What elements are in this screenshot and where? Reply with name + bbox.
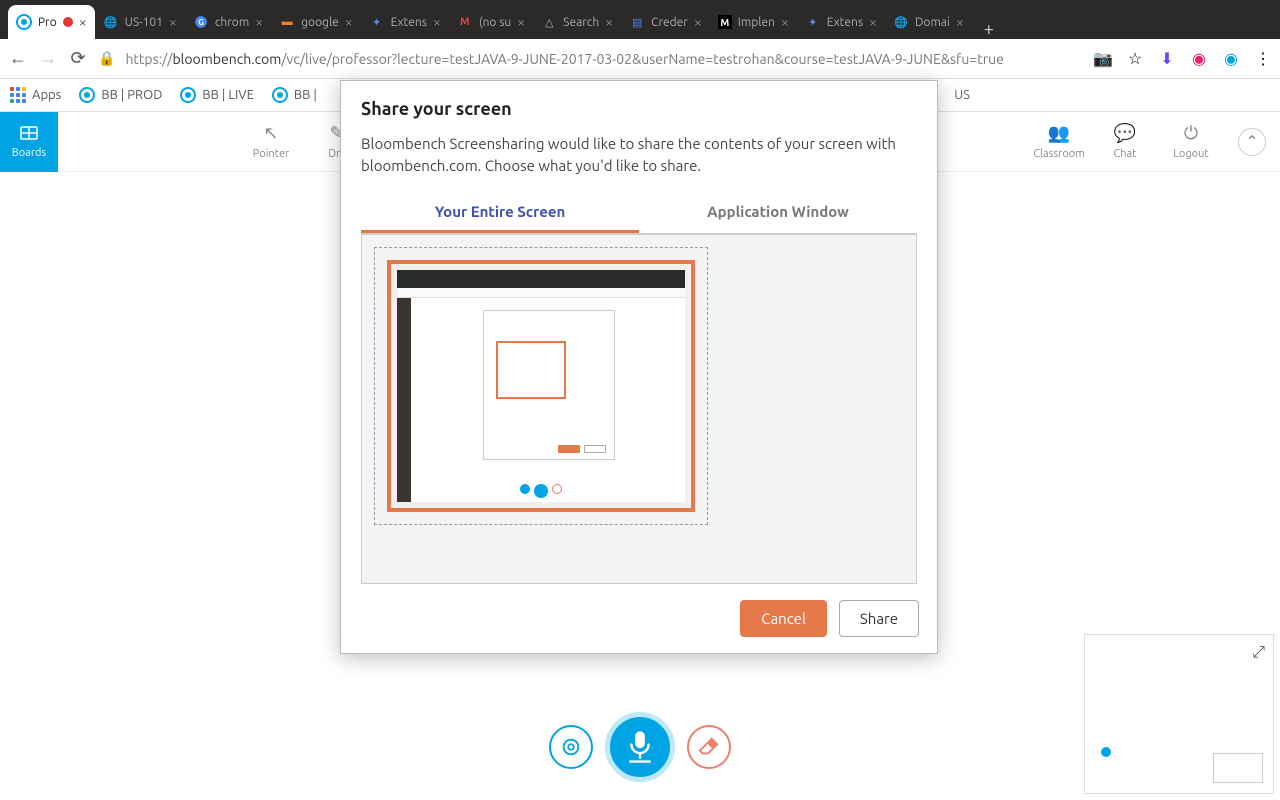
tab-application-window[interactable]: Application Window <box>639 193 917 233</box>
self-video-thumbnail[interactable] <box>1213 753 1263 783</box>
reload-button[interactable]: ⟳ <box>68 49 88 69</box>
favicon: 🌐 <box>893 14 909 30</box>
cancel-button[interactable]: Cancel <box>740 600 827 637</box>
address-bar: ← → ⟳ 🔒 https://bloombench.com/vc/live/p… <box>0 39 1280 79</box>
browser-tab[interactable]: ▬google× <box>271 5 361 39</box>
browser-tab[interactable]: ✦Extens× <box>797 5 885 39</box>
browser-tab[interactable]: 🌐US-101× <box>95 5 185 39</box>
power-icon: ⏻ <box>1184 123 1198 144</box>
medium-favicon: M <box>718 15 732 29</box>
extension-icon[interactable]: ⬇ <box>1158 50 1176 68</box>
forward-button[interactable]: → <box>38 49 58 69</box>
close-icon[interactable]: × <box>345 14 353 30</box>
lock-icon[interactable]: 🔒 <box>98 50 115 67</box>
bloombench-icon <box>79 87 95 103</box>
modal-tabs: Your Entire Screen Application Window <box>361 193 917 234</box>
pointer-tool[interactable]: ↖ Pointer <box>238 112 304 172</box>
bloombench-icon <box>180 87 196 103</box>
tab-entire-screen[interactable]: Your Entire Screen <box>361 193 639 233</box>
close-icon[interactable]: × <box>517 14 525 30</box>
modal-footer: Cancel Share <box>341 584 937 653</box>
close-icon[interactable]: × <box>79 14 87 30</box>
eraser-button[interactable] <box>687 725 731 769</box>
back-button[interactable]: ← <box>8 49 28 69</box>
close-icon[interactable]: × <box>605 14 613 30</box>
bloombench-favicon <box>16 14 32 30</box>
bookmark-item[interactable]: BB | <box>272 87 317 103</box>
browser-tab[interactable]: 🌐Domai× <box>885 5 972 39</box>
chat-tool[interactable]: 💬 Chat <box>1092 112 1158 172</box>
camera-indicator-icon[interactable]: 📷 <box>1094 50 1112 68</box>
camera-button[interactable] <box>549 725 593 769</box>
close-icon[interactable]: × <box>956 14 964 30</box>
new-tab-button[interactable]: + <box>972 19 1006 39</box>
docs-favicon: ▤ <box>629 14 645 30</box>
microphone-button[interactable] <box>605 712 675 782</box>
screen-thumbnail <box>387 260 695 512</box>
share-screen-modal: Share your screen Bloombench Screenshari… <box>340 80 938 654</box>
browser-tab[interactable]: Gchrom× <box>185 5 271 39</box>
close-icon[interactable]: × <box>694 14 702 30</box>
collapse-button[interactable]: ⌃ <box>1238 128 1266 156</box>
tab-title: Pro <box>38 16 57 29</box>
bloombench-icon <box>272 87 288 103</box>
browser-tab[interactable]: △Search× <box>533 5 621 39</box>
eraser-icon <box>698 736 720 758</box>
close-icon[interactable]: × <box>169 14 177 30</box>
browser-tab[interactable]: M(no su× <box>449 5 533 39</box>
favicon: 🌐 <box>103 14 119 30</box>
pointer-icon: ↖ <box>263 123 278 144</box>
modal-title: Share your screen <box>361 99 917 119</box>
chrome-menu-icon[interactable]: ⋮ <box>1254 50 1272 68</box>
apps-shortcut[interactable]: Apps <box>10 87 61 103</box>
browser-tab[interactable]: MImplen× <box>710 5 797 39</box>
browser-tab-active[interactable]: Pro × <box>8 5 95 39</box>
apps-grid-icon <box>10 87 26 103</box>
extension-icon[interactable]: ◉ <box>1190 50 1208 68</box>
chat-icon: 💬 <box>1114 123 1136 144</box>
expand-icon[interactable]: ⤢ <box>1252 643 1265 662</box>
screen-option[interactable] <box>374 247 708 525</box>
close-icon[interactable]: × <box>869 14 877 30</box>
people-icon: 👥 <box>1048 123 1070 144</box>
participant-indicator <box>1101 747 1111 757</box>
browser-tab[interactable]: ▤Creder× <box>621 5 710 39</box>
bookmark-item[interactable]: BB | LIVE <box>180 87 253 103</box>
boards-tool[interactable]: Boards <box>0 112 58 172</box>
google-favicon: G <box>193 14 209 30</box>
close-icon[interactable]: × <box>781 14 789 30</box>
browser-tab-strip: Pro × 🌐US-101× Gchrom× ▬google× ✦Extens×… <box>0 0 1280 39</box>
modal-description: Bloombench Screensharing would like to s… <box>361 133 917 177</box>
logout-tool[interactable]: ⏻ Logout <box>1158 112 1224 172</box>
close-icon[interactable]: × <box>255 14 263 30</box>
boards-icon <box>19 125 39 143</box>
participants-panel: ⤢ <box>1084 634 1274 794</box>
recording-indicator-icon <box>63 17 73 27</box>
stackoverflow-favicon: ▬ <box>279 14 295 30</box>
browser-tab[interactable]: ✦Extens× <box>361 5 449 39</box>
call-controls <box>549 712 731 782</box>
classroom-tool[interactable]: 👥 Classroom <box>1026 112 1092 172</box>
drive-favicon: △ <box>541 14 557 30</box>
microphone-icon <box>625 730 655 764</box>
extension-icon[interactable]: ◉ <box>1222 50 1240 68</box>
bookmark-star-icon[interactable]: ☆ <box>1126 50 1144 68</box>
close-icon[interactable]: × <box>433 14 441 30</box>
bookmark-item[interactable]: BB | PROD <box>79 87 162 103</box>
svg-text:G: G <box>198 17 204 27</box>
status-text: US <box>954 88 1270 102</box>
screen-preview-area <box>361 234 917 584</box>
url-field[interactable]: https://bloombench.com/vc/live/professor… <box>125 51 1084 67</box>
extension-favicon: ✦ <box>805 14 821 30</box>
camera-icon <box>560 736 582 758</box>
gmail-favicon: M <box>457 14 473 30</box>
share-button[interactable]: Share <box>839 600 919 637</box>
extension-favicon: ✦ <box>369 14 385 30</box>
